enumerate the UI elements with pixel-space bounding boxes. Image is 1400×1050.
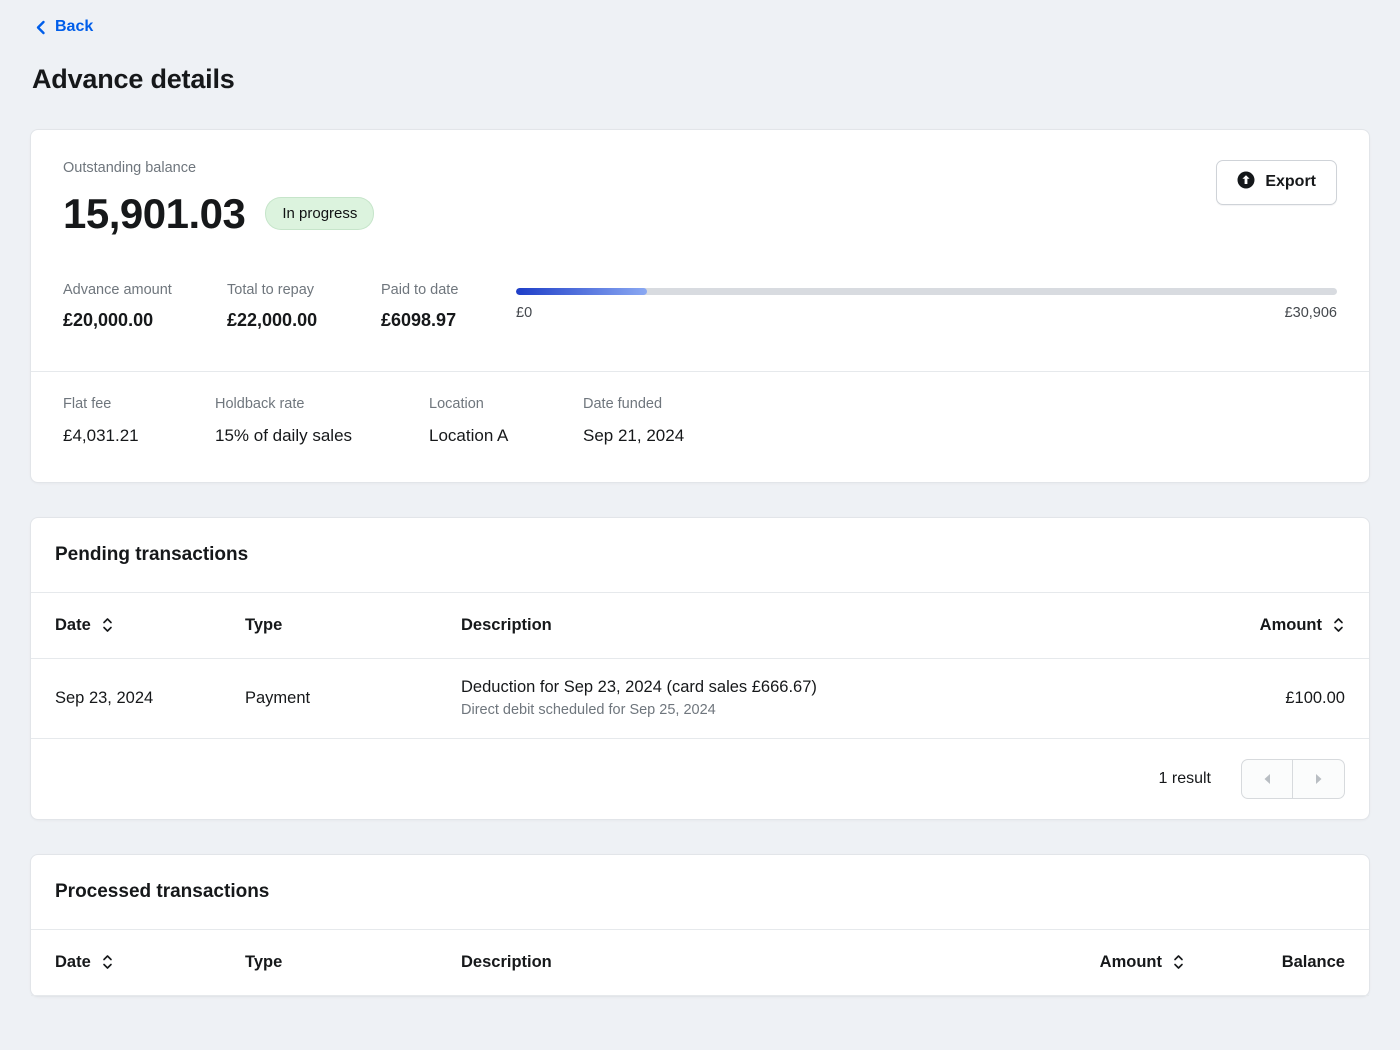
outstanding-balance-block: Outstanding balance 15,901.03 In progres… xyxy=(63,160,374,238)
pending-table-footer: 1 result xyxy=(31,739,1369,819)
cell-amount: £100.00 xyxy=(1145,689,1345,708)
outstanding-balance-label: Outstanding balance xyxy=(63,160,374,176)
outstanding-balance-value: 15,901.03 xyxy=(63,190,245,238)
column-header-amount: Amount xyxy=(995,953,1185,972)
column-label: Balance xyxy=(1282,953,1345,972)
column-header-description: Description xyxy=(461,953,995,972)
advance-summary-card: Outstanding balance 15,901.03 In progres… xyxy=(30,129,1370,483)
detail-label: Date funded xyxy=(583,396,684,412)
processed-table-header: Date Type Description Amount xyxy=(31,930,1369,996)
advance-details-row: Flat fee £4,031.21 Holdback rate 15% of … xyxy=(31,372,1369,482)
detail-location: Location Location A xyxy=(429,396,583,446)
stat-value: £22,000.00 xyxy=(227,310,381,331)
detail-label: Flat fee xyxy=(63,396,215,412)
progress-track xyxy=(516,288,1337,295)
balance-row: 15,901.03 In progress xyxy=(63,190,374,238)
stat-value: £20,000.00 xyxy=(63,310,227,331)
export-button[interactable]: Export xyxy=(1216,160,1337,205)
pagination xyxy=(1241,759,1345,799)
sort-icon xyxy=(101,954,114,970)
description-sub: Direct debit scheduled for Sep 25, 2024 xyxy=(461,702,716,718)
cell-type: Payment xyxy=(245,689,461,708)
column-label: Description xyxy=(461,953,552,972)
processed-title-bar: Processed transactions xyxy=(31,855,1369,930)
stat-paid-to-date: Paid to date £6098.97 xyxy=(381,282,516,331)
sort-icon xyxy=(101,617,114,633)
repayment-progress: £0 £30,906 xyxy=(516,282,1337,321)
stat-label: Advance amount xyxy=(63,282,227,298)
detail-value: £4,031.21 xyxy=(63,426,215,446)
progress-labels: £0 £30,906 xyxy=(516,305,1337,321)
column-label: Type xyxy=(245,953,282,972)
column-label: Amount xyxy=(1260,616,1322,635)
detail-value: Sep 21, 2024 xyxy=(583,426,684,446)
next-page-button[interactable] xyxy=(1293,759,1345,799)
stats: Advance amount £20,000.00 Total to repay… xyxy=(63,282,516,331)
progress-min-label: £0 xyxy=(516,305,532,321)
summary-head: Outstanding balance 15,901.03 In progres… xyxy=(63,160,1337,238)
summary-top: Outstanding balance 15,901.03 In progres… xyxy=(31,130,1369,371)
processed-title: Processed transactions xyxy=(55,881,1345,903)
column-label: Date xyxy=(55,953,91,972)
column-header-balance: Balance xyxy=(1185,953,1345,972)
column-header-date: Date xyxy=(55,616,245,635)
column-header-amount: Amount xyxy=(1145,616,1345,635)
pending-title-bar: Pending transactions xyxy=(31,518,1369,593)
back-link[interactable]: Back xyxy=(34,18,93,36)
column-label: Description xyxy=(461,616,552,635)
detail-date-funded: Date funded Sep 21, 2024 xyxy=(583,396,684,446)
pending-transaction-row[interactable]: Sep 23, 2024 Payment Deduction for Sep 2… xyxy=(31,659,1369,739)
page: Back Advance details Outstanding balance… xyxy=(0,0,1400,997)
detail-value: Location A xyxy=(429,426,583,446)
processed-transactions-card: Processed transactions Date Type Descrip… xyxy=(30,854,1370,997)
progress-max-label: £30,906 xyxy=(1285,305,1337,321)
column-header-date: Date xyxy=(55,953,245,972)
chevron-right-icon xyxy=(1314,773,1324,785)
sort-icon xyxy=(1172,954,1185,970)
stats-progress-row: Advance amount £20,000.00 Total to repay… xyxy=(63,282,1337,331)
sort-amount-button[interactable] xyxy=(1172,954,1185,970)
chevron-left-icon xyxy=(1262,773,1272,785)
chevron-left-icon xyxy=(34,20,47,35)
detail-holdback-rate: Holdback rate 15% of daily sales xyxy=(215,396,429,446)
sort-icon xyxy=(1332,617,1345,633)
previous-page-button[interactable] xyxy=(1241,759,1293,799)
export-icon xyxy=(1237,171,1255,194)
cell-date: Sep 23, 2024 xyxy=(55,689,245,708)
pending-table-header: Date Type Description Amount xyxy=(31,593,1369,659)
detail-flat-fee: Flat fee £4,031.21 xyxy=(63,396,215,446)
column-header-type: Type xyxy=(245,953,461,972)
sort-date-button[interactable] xyxy=(101,954,114,970)
sort-amount-button[interactable] xyxy=(1332,617,1345,633)
column-header-description: Description xyxy=(461,616,1145,635)
stat-value: £6098.97 xyxy=(381,310,516,331)
back-label: Back xyxy=(55,18,93,36)
sort-date-button[interactable] xyxy=(101,617,114,633)
progress-fill xyxy=(516,288,647,295)
page-title: Advance details xyxy=(32,64,1370,95)
detail-label: Location xyxy=(429,396,583,412)
column-label: Date xyxy=(55,616,91,635)
status-badge: In progress xyxy=(265,197,374,230)
cell-description: Deduction for Sep 23, 2024 (card sales £… xyxy=(461,678,1145,718)
result-count: 1 result xyxy=(1159,770,1211,788)
stat-label: Total to repay xyxy=(227,282,381,298)
pending-transactions-card: Pending transactions Date Type Descripti… xyxy=(30,517,1370,820)
detail-label: Holdback rate xyxy=(215,396,429,412)
stat-label: Paid to date xyxy=(381,282,516,298)
export-label: Export xyxy=(1265,173,1316,191)
column-header-type: Type xyxy=(245,616,461,635)
description-main: Deduction for Sep 23, 2024 (card sales £… xyxy=(461,678,817,697)
detail-value: 15% of daily sales xyxy=(215,426,429,446)
stat-total-to-repay: Total to repay £22,000.00 xyxy=(227,282,381,331)
column-label: Type xyxy=(245,616,282,635)
pending-title: Pending transactions xyxy=(55,544,1345,566)
stat-advance-amount: Advance amount £20,000.00 xyxy=(63,282,227,331)
column-label: Amount xyxy=(1100,953,1162,972)
